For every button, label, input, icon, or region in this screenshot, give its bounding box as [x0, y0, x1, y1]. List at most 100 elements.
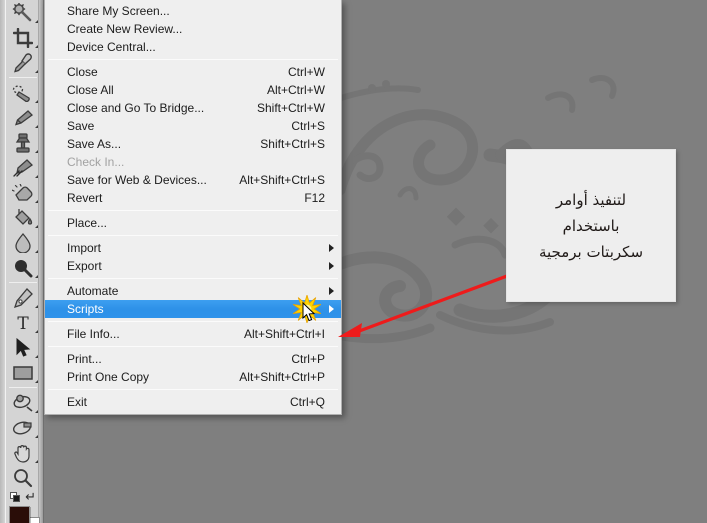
menu-item-save[interactable]: Save Ctrl+S — [45, 117, 341, 135]
menu-item-place[interactable]: Place... — [45, 214, 341, 232]
color-controls-row[interactable]: ↵ — [6, 490, 40, 506]
3d-orbit-tool[interactable] — [6, 415, 40, 440]
menu-item-scripts[interactable]: Scripts — [45, 293, 341, 325]
menu-separator — [48, 59, 338, 60]
tool-flyout-corner — [35, 410, 38, 413]
swap-colors-icon[interactable]: ↵ — [25, 490, 36, 503]
tool-flyout-corner — [35, 305, 38, 308]
menu-item-shortcut: Ctrl+S — [291, 119, 325, 133]
menu-item-label: Close All — [67, 83, 114, 97]
menu-item-automate[interactable]: Automate — [45, 282, 341, 300]
menu-item-shortcut: Shift+Ctrl+W — [256, 101, 325, 115]
menu-item-check-in: Check In... — [45, 153, 341, 171]
tool-flyout-corner — [35, 175, 38, 178]
menu-item-label: Print... — [67, 352, 102, 366]
default-colors-icon[interactable] — [10, 492, 21, 503]
rectangle-tool[interactable] — [6, 360, 40, 385]
menu-item-label: Save for Web & Devices... — [67, 173, 207, 187]
menu-item-close[interactable]: Close Ctrl+W — [45, 63, 341, 81]
menu-item-close-and-go-to-bridge[interactable]: Close and Go To Bridge... Shift+Ctrl+W — [45, 99, 341, 117]
submenu-chevron-icon — [329, 262, 334, 270]
menu-item-label: Import — [67, 241, 102, 255]
tool-flyout-corner — [35, 100, 38, 103]
menu-item-label: Create New Review... — [67, 22, 183, 36]
yellow-starburst-highlight — [292, 293, 322, 325]
menu-item-shortcut: Ctrl+Q — [289, 395, 325, 409]
menu-item-export[interactable]: Export — [45, 257, 341, 275]
menu-item-file-info[interactable]: File Info... Alt+Shift+Ctrl+I — [45, 325, 341, 343]
file-menu[interactable]: Share My Screen... Create New Review... De… — [44, 0, 342, 415]
menu-item-label: Save As... — [67, 137, 122, 151]
menu-item-label: Print One Copy — [67, 370, 150, 384]
blur-tool[interactable] — [6, 230, 40, 255]
menu-item-print-one-copy[interactable]: Print One Copy Alt+Shift+Ctrl+P — [45, 368, 341, 386]
menu-item-exit[interactable]: Exit Ctrl+Q — [45, 393, 341, 411]
tool-flyout-corner — [35, 150, 38, 153]
dodge-tool[interactable] — [6, 255, 40, 280]
menu-item-print[interactable]: Print... Ctrl+P — [45, 350, 341, 368]
red-pointer-arrow — [330, 265, 520, 345]
tool-flyout-corner — [35, 70, 38, 73]
healing-brush-tool[interactable] — [6, 80, 40, 105]
menu-item-label: Close and Go To Bridge... — [67, 101, 205, 115]
menu-separator — [48, 210, 338, 211]
menu-item-shortcut: Alt+Shift+Ctrl+P — [239, 370, 325, 384]
menu-item-shortcut: Ctrl+W — [288, 65, 325, 79]
menu-item-save-as[interactable]: Save As... Shift+Ctrl+S — [45, 135, 341, 153]
menu-item-device-central[interactable]: Device Central... — [45, 38, 341, 56]
toolbar-divider — [9, 387, 37, 388]
menu-item-label: Export — [67, 259, 102, 273]
menu-separator — [48, 389, 338, 390]
submenu-chevron-icon — [329, 244, 334, 252]
hand-tool[interactable] — [6, 440, 40, 465]
annotation-callout: لتنفيذ أوامر باستخدام سكربتات برمجية — [506, 149, 676, 302]
tool-flyout-corner — [35, 355, 38, 358]
menu-item-revert[interactable]: Revert F12 — [45, 189, 341, 207]
callout-line-3: سكربتات برمجية — [538, 242, 644, 261]
menu-item-label: Check In... — [67, 155, 125, 169]
screenshot-root: T ↵ Share My Screen... Create New Review… — [0, 0, 707, 523]
zoom-tool[interactable] — [6, 465, 40, 490]
path-selection-tool[interactable] — [6, 335, 40, 360]
menu-item-create-new-review[interactable]: Create New Review... — [45, 20, 341, 38]
menu-separator — [48, 346, 338, 347]
magic-wand-tool[interactable] — [6, 0, 40, 25]
menu-item-label: Scripts — [67, 302, 104, 316]
svg-text:T: T — [17, 314, 29, 332]
menu-item-close-all[interactable]: Close All Alt+Ctrl+W — [45, 81, 341, 99]
menu-item-label: Save — [67, 119, 95, 133]
tool-flyout-corner — [35, 250, 38, 253]
menu-item-import[interactable]: Import — [45, 239, 341, 257]
menu-item-label: Share My Screen... — [67, 4, 170, 18]
tool-flyout-corner — [35, 460, 38, 463]
menu-item-share-my-screen[interactable]: Share My Screen... — [45, 2, 341, 20]
gradient-tool[interactable] — [6, 205, 40, 230]
tool-flyout-corner — [35, 45, 38, 48]
eyedropper-tool[interactable] — [6, 50, 40, 75]
submenu-chevron-icon — [329, 287, 334, 295]
crop-tool[interactable] — [6, 25, 40, 50]
type-tool[interactable]: T — [6, 310, 40, 335]
foreground-color-swatch[interactable] — [9, 506, 30, 523]
menu-item-label: Place... — [67, 216, 108, 230]
menu-separator — [48, 235, 338, 236]
menu-item-shortcut: Alt+Shift+Ctrl+I — [243, 327, 325, 341]
menu-item-save-for-web-devices[interactable]: Save for Web & Devices... Alt+Shift+Ctrl+… — [45, 171, 341, 189]
menu-item-label: Exit — [67, 395, 88, 409]
3d-rotate-tool[interactable] — [6, 390, 40, 415]
tool-flyout-corner — [35, 225, 38, 228]
photoshop-tools-panel[interactable]: T ↵ — [0, 0, 44, 523]
menu-item-label: Automate — [67, 284, 119, 298]
pen-tool[interactable] — [6, 285, 40, 310]
tool-flyout-corner — [35, 275, 38, 278]
menu-item-label: Revert — [67, 191, 103, 205]
color-swatches[interactable] — [6, 506, 40, 523]
tool-flyout-corner — [35, 20, 38, 23]
brush-tool[interactable] — [6, 105, 40, 130]
toolbar-divider — [9, 77, 37, 78]
tool-flyout-corner — [35, 435, 38, 438]
clone-stamp-tool[interactable] — [6, 130, 40, 155]
eraser-tool[interactable] — [6, 180, 40, 205]
history-brush-tool[interactable] — [6, 155, 40, 180]
menu-separator — [48, 278, 338, 279]
